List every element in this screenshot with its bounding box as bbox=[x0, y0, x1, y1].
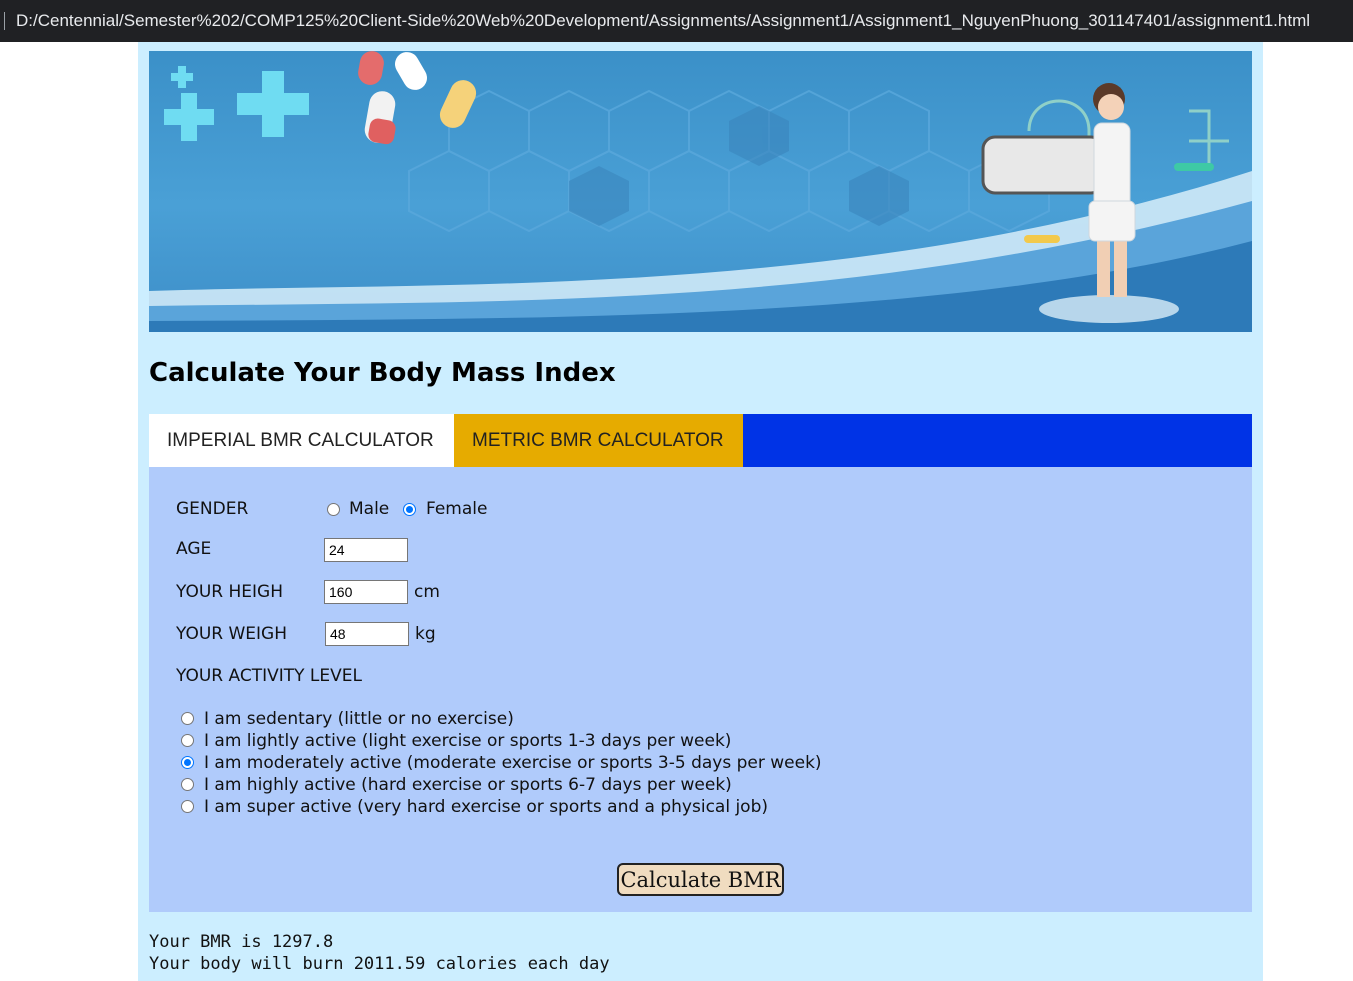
height-input[interactable]: 160 bbox=[324, 580, 408, 604]
weight-input[interactable]: 48 bbox=[325, 622, 409, 646]
weight-label: YOUR WEIGH bbox=[176, 624, 288, 644]
activity-option-label: I am lightly active (light exercise or s… bbox=[204, 731, 732, 751]
activity-radio[interactable] bbox=[181, 756, 194, 769]
gender-male-radio[interactable] bbox=[327, 503, 340, 516]
activity-radio[interactable] bbox=[181, 800, 194, 813]
activity-option-label: I am moderately active (moderate exercis… bbox=[204, 753, 822, 773]
gender-female-label: Female bbox=[426, 499, 488, 519]
page-title: Calculate Your Body Mass Index bbox=[149, 358, 616, 388]
calories-result: Your body will burn 2011.59 calories eac… bbox=[149, 954, 610, 974]
address-url[interactable]: D:/Centennial/Semester%202/COMP125%20Cli… bbox=[16, 11, 1310, 31]
gender-label: GENDER bbox=[176, 499, 249, 519]
gender-male-label: Male bbox=[349, 499, 390, 519]
address-bar-divider bbox=[4, 12, 5, 30]
activity-option-label: I am sedentary (little or no exercise) bbox=[204, 709, 514, 729]
activity-radio[interactable] bbox=[181, 712, 194, 725]
age-input[interactable]: 24 bbox=[324, 538, 408, 562]
height-label: YOUR HEIGH bbox=[176, 582, 283, 602]
bmr-form: GENDER Male Female AGE 24 YOUR HEIGH 160… bbox=[149, 467, 1252, 912]
calculate-bmr-button[interactable]: Calculate BMR bbox=[617, 863, 784, 896]
height-unit: cm bbox=[414, 582, 440, 602]
activity-option-label: I am super active (very hard exercise or… bbox=[204, 797, 769, 817]
tab-metric[interactable]: METRIC BMR CALCULATOR bbox=[454, 414, 743, 467]
weight-unit: kg bbox=[415, 624, 436, 644]
banner-illustration bbox=[149, 51, 1252, 332]
activity-label: YOUR ACTIVITY LEVEL bbox=[176, 666, 362, 686]
gender-female-radio[interactable] bbox=[403, 503, 416, 516]
page-container: Calculate Your Body Mass Index IMPERIAL … bbox=[138, 42, 1263, 981]
tab-imperial[interactable]: IMPERIAL BMR CALCULATOR bbox=[149, 414, 454, 467]
activity-radio[interactable] bbox=[181, 778, 194, 791]
bmr-result: Your BMR is 1297.8 bbox=[149, 932, 334, 952]
activity-option-label: I am highly active (hard exercise or spo… bbox=[204, 775, 732, 795]
calculator-tabs: IMPERIAL BMR CALCULATOR METRIC BMR CALCU… bbox=[149, 414, 1252, 467]
banner-image bbox=[149, 51, 1252, 332]
activity-radio[interactable] bbox=[181, 734, 194, 747]
age-label: AGE bbox=[176, 539, 212, 559]
browser-address-bar[interactable]: D:/Centennial/Semester%202/COMP125%20Cli… bbox=[0, 0, 1353, 42]
